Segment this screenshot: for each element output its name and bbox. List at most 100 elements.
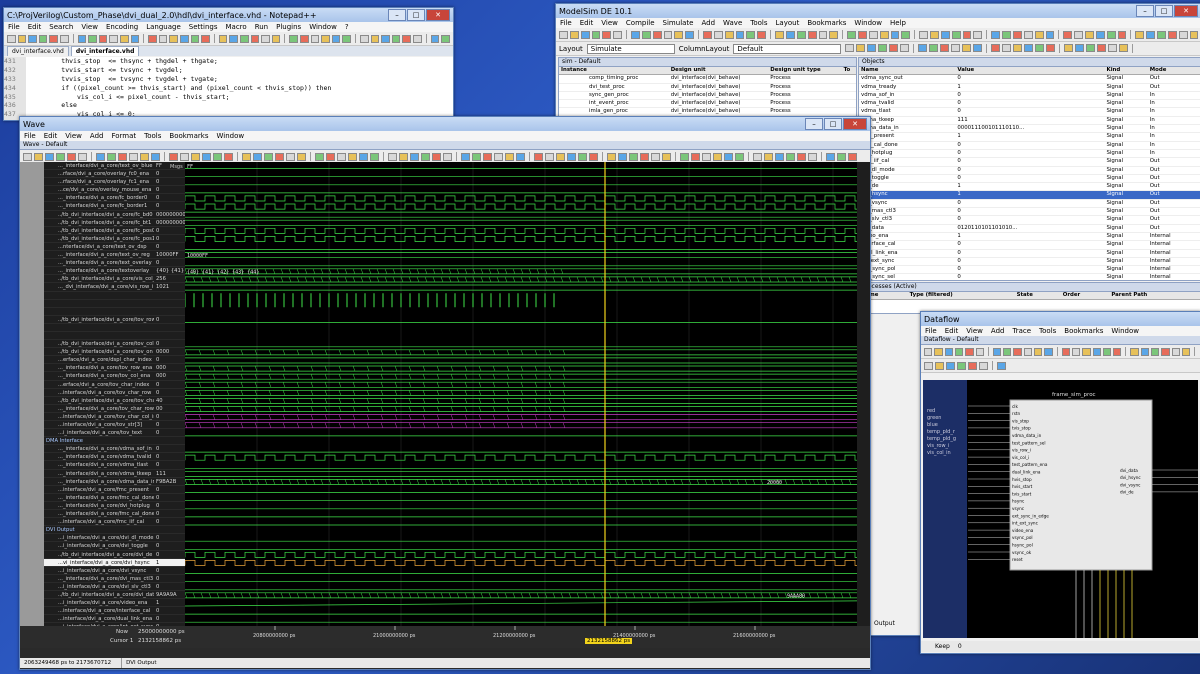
modelsim-tool-icon[interactable] (1097, 44, 1107, 52)
modelsim-tool-icon[interactable] (1024, 44, 1034, 52)
modelsim-tool-icon[interactable] (652, 30, 662, 39)
notepad-tool-icon[interactable] (321, 34, 330, 43)
modelsim-tool-icon[interactable] (940, 30, 950, 39)
wave-tool-icon[interactable] (461, 152, 470, 161)
notepad-menu-window[interactable]: Window (309, 22, 337, 32)
modelsim-tool-icon[interactable] (1117, 30, 1127, 39)
code-line[interactable]: thvis_stop <= thsync + thgdel + thgate; (30, 57, 453, 66)
modelsim-tool-icon[interactable] (746, 30, 756, 39)
wave-tool-icon[interactable] (567, 152, 576, 161)
modelsim-titlebar[interactable]: ModelSim DE 10.1 – □ ✕ (556, 4, 1200, 18)
dataflow-tool-icon[interactable] (1003, 347, 1012, 356)
sim-col-header[interactable]: Design unit (668, 67, 769, 76)
wave-tool-icon[interactable] (753, 152, 762, 161)
wave-tool-icon[interactable] (662, 152, 671, 161)
object-row[interactable]: ext_sync_pol 0 Signal Internal (859, 265, 1200, 275)
modelsim-tool-icon[interactable] (1146, 30, 1156, 39)
modelsim-tool-icon[interactable] (858, 30, 867, 39)
modelsim-tool-icon[interactable] (929, 44, 939, 52)
object-row[interactable]: vdma_tkeep 111 Signal In (859, 116, 1200, 126)
wave-tool-icon[interactable] (45, 152, 54, 161)
notepad-menu-file[interactable]: File (8, 22, 20, 32)
notepad-menu-run[interactable]: Run (255, 22, 268, 32)
wave-tool-icon[interactable] (118, 152, 127, 161)
modelsim-menu-tools[interactable]: Tools (750, 18, 767, 28)
object-row[interactable]: interface_cal 0 Signal Internal (859, 240, 1200, 250)
wave-tool-icon[interactable] (23, 152, 32, 161)
wave-tool-icon[interactable] (505, 152, 514, 161)
dataflow-tool-icon[interactable] (1140, 347, 1149, 356)
modelsim-tool-icon[interactable] (951, 44, 961, 52)
object-row[interactable]: dvi_toggle 0 Signal Out (859, 174, 1200, 184)
modelsim-tool-icon[interactable] (991, 44, 1001, 52)
modelsim-tool-icon[interactable] (868, 30, 878, 39)
modelsim-tool-icon[interactable] (1045, 30, 1055, 39)
notepad-tool-icon[interactable] (250, 34, 260, 43)
wave-tool-icon[interactable] (786, 152, 795, 161)
dataflow-tool-icon[interactable] (1013, 347, 1022, 356)
column-layout-select[interactable]: Default (733, 43, 842, 54)
wave-tool-icon[interactable] (140, 152, 149, 161)
notepad-tool-icon[interactable] (229, 34, 238, 43)
wave-menu-tools[interactable]: Tools (144, 131, 161, 141)
sim-row[interactable]: int_event_proc dvi_interface(dvi_behave) P… (559, 99, 856, 109)
sim-row[interactable]: comp_timing_proc dvi_interface(dvi_behave… (559, 74, 856, 84)
object-row[interactable]: dvi_slv_ctl3 0 Signal Out (859, 215, 1200, 225)
modelsim-tool-icon[interactable] (901, 30, 911, 39)
maximize-button[interactable]: □ (824, 118, 842, 130)
notepad-window[interactable]: C:\ProjVerilog\Custom_Phase\dvi_dual_2.0… (3, 7, 454, 121)
wave-tool-icon[interactable] (607, 152, 616, 161)
dataflow-tool-icon[interactable] (1130, 347, 1139, 356)
dataflow-tool-icon[interactable] (1102, 347, 1112, 356)
notepad-tool-icon[interactable] (402, 34, 412, 43)
wave-tool-icon[interactable] (764, 152, 773, 161)
object-row[interactable]: vdma_data_in 000011100101110110... Signal I… (859, 124, 1200, 134)
tab-dvi-interface[interactable]: dvi_interface.vhd (70, 46, 140, 56)
wave-menu-file[interactable]: File (24, 131, 36, 141)
modelsim-tool-icon[interactable] (889, 44, 899, 52)
dataflow-titlebar[interactable]: Dataflow (921, 312, 1200, 326)
maximize-button[interactable]: □ (1155, 5, 1173, 17)
modelsim-tool-icon[interactable] (818, 30, 828, 39)
dataflow-tool-icon[interactable] (965, 347, 974, 356)
notepad-tool-icon[interactable] (413, 34, 422, 43)
notepad-tool-icon[interactable] (190, 34, 200, 43)
notepad-menu-search[interactable]: Search (49, 22, 73, 32)
dataflow-tool-icon[interactable] (944, 347, 953, 356)
sim-col-header[interactable]: Design unit type (768, 67, 842, 76)
wave-tool-icon[interactable] (494, 152, 503, 161)
minimize-button[interactable]: – (805, 118, 823, 130)
modelsim-tool-icon[interactable] (1013, 44, 1023, 52)
modelsim-menu-help[interactable]: Help (890, 18, 906, 28)
wave-tool-icon[interactable] (107, 152, 116, 161)
object-row[interactable]: dvi_dl_mode 0 Signal Out (859, 166, 1200, 175)
object-row[interactable]: ext_sync_sel 0 Signal Internal (859, 273, 1200, 283)
modelsim-tool-icon[interactable] (940, 44, 950, 52)
object-row[interactable]: fmc_iif_cal 0 Signal Out (859, 157, 1200, 167)
wave-tool-icon[interactable] (797, 152, 806, 161)
modelsim-tool-icon[interactable] (1074, 30, 1084, 39)
modelsim-tool-icon[interactable] (1002, 30, 1011, 39)
object-row[interactable]: dvi_mas_ctl3 0 Signal Out (859, 207, 1200, 217)
modelsim-tool-icon[interactable] (641, 30, 651, 39)
wave-tool-icon[interactable] (78, 152, 87, 161)
notepad-tool-icon[interactable] (240, 34, 249, 43)
modelsim-tool-icon[interactable] (973, 44, 983, 52)
modelsim-tool-icon[interactable] (930, 30, 939, 39)
wave-tool-icon[interactable] (56, 152, 65, 161)
notepad-tool-icon[interactable] (342, 34, 352, 43)
dataflow-canvas[interactable]: red green blue temp_pld_r temp_pld_g vis_row_… (923, 380, 1198, 638)
modelsim-tool-icon[interactable] (1167, 30, 1177, 39)
notepad-tool-icon[interactable] (359, 34, 369, 43)
dataflow-zoom-tool-icon[interactable] (968, 361, 977, 370)
wave-tool-icon[interactable] (702, 152, 711, 161)
modelsim-tool-icon[interactable] (918, 44, 928, 52)
code-line[interactable]: else (30, 101, 453, 110)
wave-tool-icon[interactable] (651, 152, 660, 161)
wave-window[interactable]: Wave – □ ✕ File Edit View Add Format Tools Bookm… (19, 116, 871, 670)
notepad-menu-[interactable]: ? (345, 22, 349, 32)
modelsim-tool-icon[interactable] (856, 44, 866, 52)
object-row[interactable]: int_ext_sync 0 Signal Internal (859, 257, 1200, 267)
objects-col-header[interactable]: Kind (1104, 67, 1148, 76)
notepad-tool-icon[interactable] (201, 34, 210, 43)
